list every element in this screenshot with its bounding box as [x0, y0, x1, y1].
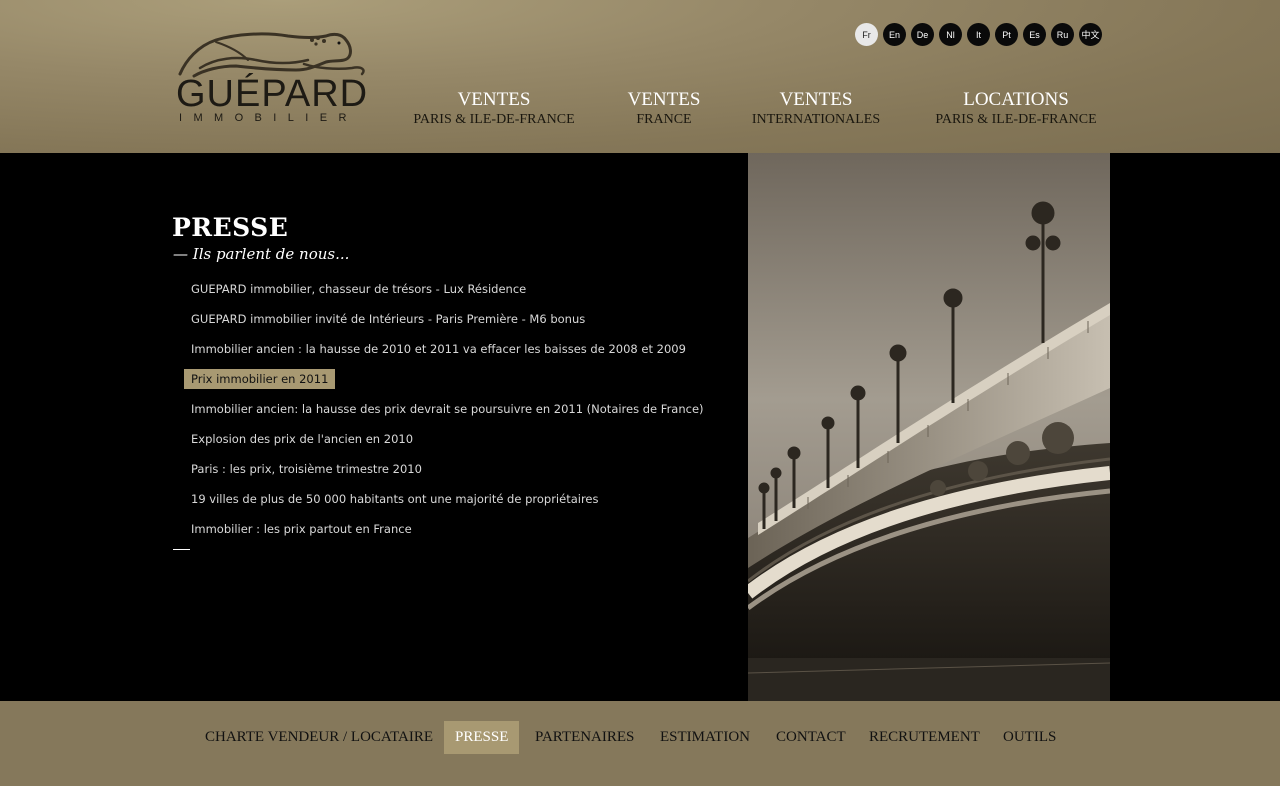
nav-title: LOCATIONS	[963, 89, 1069, 110]
nav-title: VENTES	[457, 89, 531, 110]
lang-en-button[interactable]: En	[883, 23, 906, 46]
bridge-photo	[748, 153, 1110, 701]
footer-nav-partenaires[interactable]: PARTENAIRES	[524, 721, 645, 754]
press-article-link[interactable]: Immobilier ancien: la hausse des prix de…	[184, 399, 711, 419]
page-title: PRESSE	[172, 213, 289, 242]
list-item: GUEPARD immobilier, chasseur de trésors …	[184, 278, 711, 298]
list-item: Explosion des prix de l'ancien en 2010	[184, 428, 711, 448]
lang-ru-button[interactable]: Ru	[1051, 23, 1074, 46]
brand-subtitle: IMMOBILIER	[179, 112, 358, 124]
press-article-list: GUEPARD immobilier, chasseur de trésors …	[184, 278, 711, 548]
nav-ventes-internationales[interactable]: VENTES INTERNATIONALES	[744, 89, 888, 129]
lang-pt-button[interactable]: Pt	[995, 23, 1018, 46]
list-item: Immobilier : les prix partout en France	[184, 518, 711, 538]
press-article-link[interactable]: Immobilier : les prix partout en France	[184, 519, 419, 539]
nav-subtitle: PARIS & ILE-DE-FRANCE	[413, 112, 575, 127]
lang-es-button[interactable]: Es	[1023, 23, 1046, 46]
lang-nl-button[interactable]: Nl	[939, 23, 962, 46]
lang-de-button[interactable]: De	[911, 23, 934, 46]
nav-subtitle: FRANCE	[636, 112, 692, 127]
press-article-link[interactable]: GUEPARD immobilier, chasseur de trésors …	[184, 279, 533, 299]
press-article-link[interactable]: Paris : les prix, troisième trimestre 20…	[184, 459, 429, 479]
footer-nav-recrutement[interactable]: RECRUTEMENT	[858, 721, 991, 754]
nav-locations-paris[interactable]: LOCATIONS PARIS & ILE-DE-FRANCE	[928, 89, 1104, 129]
brand-name: GUÉPARD	[176, 73, 369, 115]
press-article-link[interactable]: 19 villes de plus de 50 000 habitants on…	[184, 489, 606, 509]
footer-nav-estimation[interactable]: ESTIMATION	[649, 721, 761, 754]
list-end-divider	[173, 549, 190, 550]
list-item: 19 villes de plus de 50 000 habitants on…	[184, 488, 711, 508]
nav-ventes-france[interactable]: VENTES FRANCE	[614, 89, 714, 129]
nav-subtitle: PARIS & ILE-DE-FRANCE	[935, 112, 1097, 127]
lang-it-button[interactable]: It	[967, 23, 990, 46]
list-item-active: Prix immobilier en 2011	[184, 368, 711, 389]
footer-nav-charte[interactable]: CHARTE VENDEUR / LOCATAIRE	[194, 721, 444, 754]
press-article-link[interactable]: Immobilier ancien : la hausse de 2010 et…	[184, 339, 693, 359]
page-subtitle: — Ils parlent de nous...	[173, 245, 350, 263]
nav-subtitle: INTERNATIONALES	[751, 112, 881, 127]
list-item: Paris : les prix, troisième trimestre 20…	[184, 458, 711, 478]
lang-zh-button[interactable]: 中文	[1079, 23, 1102, 46]
list-item: GUEPARD immobilier invité de Intérieurs …	[184, 308, 711, 328]
nav-ventes-paris[interactable]: VENTES PARIS & ILE-DE-FRANCE	[408, 89, 580, 129]
nav-title: VENTES	[779, 89, 853, 110]
press-article-link[interactable]: Prix immobilier en 2011	[184, 369, 336, 389]
list-item: Immobilier ancien : la hausse de 2010 et…	[184, 338, 711, 358]
footer-nav-outils[interactable]: OUTILS	[992, 721, 1067, 754]
footer-nav-contact[interactable]: CONTACT	[765, 721, 857, 754]
site-header: GUÉPARD IMMOBILIER Fr En De Nl It Pt Es …	[0, 0, 1280, 153]
lang-fr-button[interactable]: Fr	[855, 23, 878, 46]
nav-title: VENTES	[627, 89, 701, 110]
language-selector: Fr En De Nl It Pt Es Ru 中文	[855, 23, 1102, 46]
press-article-link[interactable]: GUEPARD immobilier invité de Intérieurs …	[184, 309, 592, 329]
footer-nav-presse[interactable]: PRESSE	[444, 721, 520, 754]
bridge-illustration	[748, 153, 1110, 701]
site-logo[interactable]: GUÉPARD IMMOBILIER	[176, 30, 386, 128]
press-article-link[interactable]: Explosion des prix de l'ancien en 2010	[184, 429, 420, 449]
list-item: Immobilier ancien: la hausse des prix de…	[184, 398, 711, 418]
